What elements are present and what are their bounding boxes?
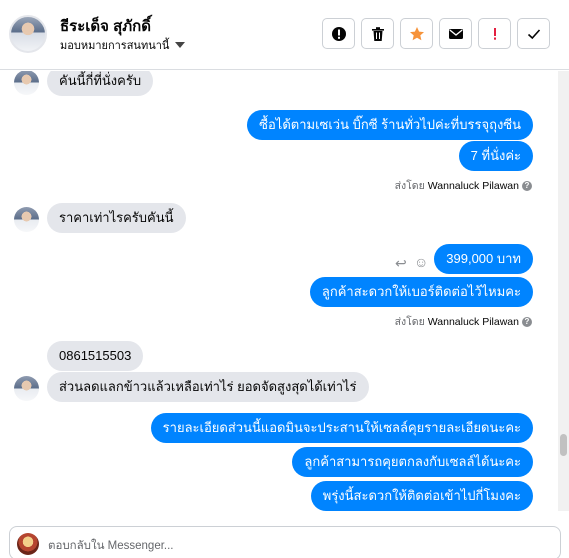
scrollbar-thumb[interactable] xyxy=(560,434,567,456)
outgoing-message[interactable]: ลูกค้าสามารถคุยตกลงกับเซลล์ได้นะคะ xyxy=(292,447,533,477)
sender-avatar[interactable] xyxy=(14,207,39,232)
info-icon[interactable]: ? xyxy=(522,316,532,327)
agent-name[interactable]: Wannaluck Pilawan xyxy=(428,180,519,192)
follow-up-button[interactable] xyxy=(478,18,511,49)
sent-by-label: ส่งโดย Wannaluck Pilawan ? xyxy=(395,313,532,330)
page-avatar xyxy=(17,533,39,555)
sent-by-prefix: ส่งโดย xyxy=(394,180,425,192)
incoming-message[interactable]: คันนี้กี่ที่นั่งครับ xyxy=(47,71,154,96)
info-icon[interactable]: ? xyxy=(522,180,532,191)
reply-input-placeholder[interactable]: ตอบกลับใน Messenger... xyxy=(48,537,174,555)
message-thread: คันนี้กี่ที่นั่งครับ ซื้อได้ตามเซเว่น บิ… xyxy=(0,71,569,511)
conversation-header: ธีระเด็จ สุภักดิ์ มอบหมายการสนทนานี้ xyxy=(0,0,569,70)
incoming-message[interactable]: 0861515503 xyxy=(47,341,144,371)
assign-conversation-dropdown[interactable]: มอบหมายการสนทนานี้ xyxy=(60,36,186,54)
envelope-icon xyxy=(448,28,463,39)
sender-avatar[interactable] xyxy=(14,71,39,95)
incoming-message[interactable]: ส่วนลดแลกข้าวแล้วเหลือเท่าไร่ ยอดจัดสูงส… xyxy=(47,372,369,402)
assign-label: มอบหมายการสนทนานี้ xyxy=(60,40,170,52)
outgoing-message[interactable]: 7 ที่นั่งค่ะ xyxy=(458,141,533,171)
reply-icon[interactable]: ↩ xyxy=(395,255,407,272)
outgoing-message[interactable]: รายละเอียดส่วนนี้แอดมินจะประสานให้เซลล์ค… xyxy=(150,413,533,443)
mark-done-button[interactable] xyxy=(517,18,550,49)
sent-by-prefix: ส่งโดย xyxy=(394,316,425,328)
outgoing-message[interactable]: ซื้อได้ตามเซเว่น บิ๊กซี ร้านทั่วไปค่ะที่… xyxy=(247,110,533,140)
exclamation-circle-icon xyxy=(331,26,346,41)
exclamation-icon xyxy=(493,27,496,40)
contact-name[interactable]: ธีระเด็จ สุภักดิ์ xyxy=(60,14,151,38)
check-icon xyxy=(527,28,540,39)
outgoing-message[interactable]: 399,000 บาท xyxy=(434,244,533,274)
star-button[interactable] xyxy=(400,18,433,49)
emoji-reaction-icon[interactable]: ☺ xyxy=(414,254,428,270)
outgoing-message[interactable]: พรุ่งนี้สะดวกให้ติดต่อเข้าไปกี่โมงคะ xyxy=(310,481,533,511)
delete-button[interactable] xyxy=(361,18,394,49)
contact-avatar[interactable] xyxy=(9,15,47,53)
agent-name[interactable]: Wannaluck Pilawan xyxy=(428,316,519,328)
outgoing-message[interactable]: ลูกค้าสะดวกให้เบอร์ติดต่อไว้ไหมคะ xyxy=(309,277,533,307)
incoming-message[interactable]: ราคาเท่าไรครับคันนี้ xyxy=(47,203,186,233)
sender-avatar[interactable] xyxy=(14,376,39,401)
trash-icon xyxy=(371,26,384,41)
conversation-actions xyxy=(322,18,550,49)
caret-down-icon xyxy=(175,42,186,48)
mark-unread-button[interactable] xyxy=(439,18,472,49)
mark-spam-button[interactable] xyxy=(322,18,355,49)
reply-composer[interactable]: ตอบกลับใน Messenger... xyxy=(9,526,561,558)
sent-by-label: ส่งโดย Wannaluck Pilawan ? xyxy=(395,177,532,194)
star-icon xyxy=(409,26,424,40)
